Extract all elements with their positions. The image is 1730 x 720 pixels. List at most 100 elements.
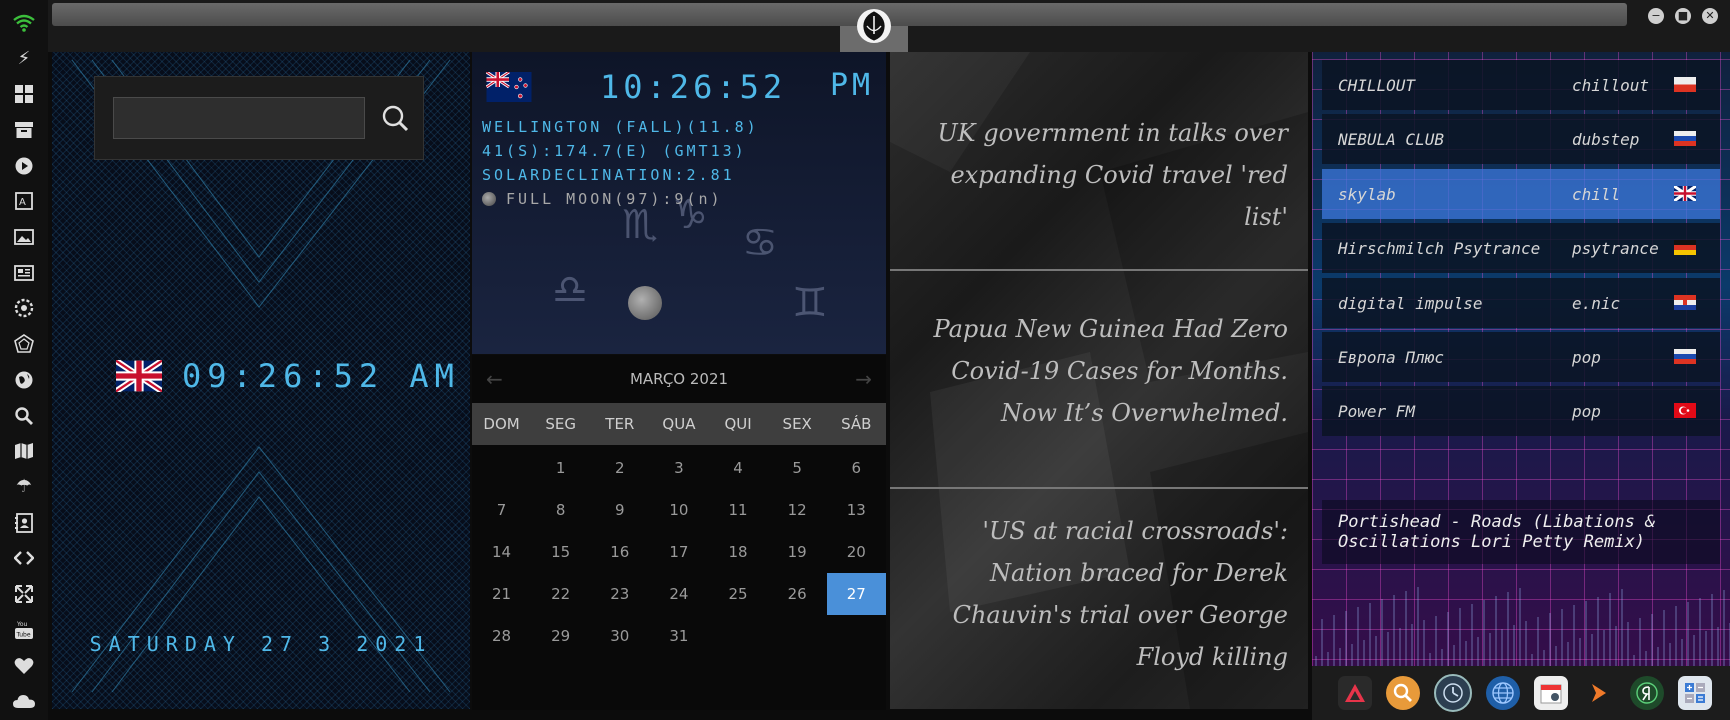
calendar-month: MARÇO 2021 <box>629 370 729 388</box>
calendar-day[interactable]: 20 <box>827 531 886 573</box>
yandex-icon[interactable] <box>1630 676 1664 710</box>
calendar-empty-cell <box>827 615 886 657</box>
search-icon[interactable] <box>13 405 35 427</box>
heart-icon[interactable] <box>13 655 35 677</box>
image-icon[interactable] <box>13 226 35 248</box>
contacts-icon[interactable] <box>13 512 35 534</box>
news-headline[interactable]: Papua New Guinea Had Zero Covid-19 Cases… <box>908 308 1288 434</box>
code-icon[interactable] <box>13 548 35 570</box>
clock-icon[interactable] <box>1434 674 1472 712</box>
calendar-day[interactable]: 21 <box>472 573 531 615</box>
calendar-day[interactable]: 8 <box>531 489 590 531</box>
calendar-day[interactable]: 19 <box>768 531 827 573</box>
station-row[interactable]: CHILLOUT chillout <box>1322 60 1720 110</box>
calendar-day[interactable]: 11 <box>709 489 768 531</box>
search-icon[interactable] <box>1386 676 1420 710</box>
calculator-icon[interactable] <box>1678 676 1712 710</box>
station-row[interactable]: NEBULA CLUB dubstep <box>1322 114 1720 164</box>
calendar-day[interactable]: 2 <box>590 447 649 489</box>
station-row[interactable]: Европа Плюс pop <box>1322 332 1720 382</box>
calendar-day[interactable]: 7 <box>472 489 531 531</box>
wifi-icon[interactable] <box>13 12 35 34</box>
calendar-day[interactable]: 4 <box>709 447 768 489</box>
calendar-day[interactable]: 30 <box>590 615 649 657</box>
calendar-day[interactable]: 6 <box>827 447 886 489</box>
station-genre: chillout <box>1572 75 1650 95</box>
calendar-day[interactable]: 1 <box>531 447 590 489</box>
station-row[interactable]: skylab chill <box>1322 169 1720 219</box>
lightning-icon[interactable]: ⚡ <box>13 48 35 70</box>
weekday-label: SEG <box>545 415 576 433</box>
calendar-day[interactable]: 3 <box>649 447 708 489</box>
zodiac-symbol: ♎ <box>552 267 588 313</box>
calendar-day[interactable]: 5 <box>768 447 827 489</box>
news-headline[interactable]: UK government in talks over expanding Co… <box>908 112 1288 238</box>
windows-icon[interactable] <box>13 83 35 105</box>
globe-icon[interactable] <box>1486 676 1520 710</box>
calendar-day[interactable]: 22 <box>531 573 590 615</box>
calendar-day[interactable]: 29 <box>531 615 590 657</box>
calendar-day[interactable]: 18 <box>709 531 768 573</box>
weekday-label: QUA <box>662 415 696 433</box>
turkey-flag-icon <box>1674 403 1696 418</box>
calendar-day[interactable]: 28 <box>472 615 531 657</box>
calendar-day[interactable]: 10 <box>649 489 708 531</box>
calendar-day[interactable]: 16 <box>590 531 649 573</box>
title-strip[interactable] <box>52 3 1627 26</box>
archive-icon[interactable] <box>13 119 35 141</box>
calendar-empty-cell <box>768 615 827 657</box>
calendar-day[interactable]: 13 <box>827 489 886 531</box>
station-row[interactable]: digital impulse e.nic <box>1322 278 1720 328</box>
settings-icon[interactable] <box>13 298 35 320</box>
search-button[interactable] <box>377 97 413 139</box>
station-name: Hirschmilch Psytrance <box>1338 238 1541 258</box>
calendar-day[interactable]: 14 <box>472 531 531 573</box>
calendar-day[interactable]: 15 <box>531 531 590 573</box>
station-name: Европа Плюс <box>1338 347 1444 367</box>
calendar-day[interactable]: 26 <box>768 573 827 615</box>
youtube-icon[interactable]: You Tube <box>13 619 35 641</box>
calendar-day[interactable]: 31 <box>649 615 708 657</box>
weekday-label: SÁB <box>841 415 872 433</box>
news-divider <box>890 269 1308 271</box>
moon-phase-text: FULL MOON(97):9(n) <box>506 190 723 208</box>
forward-icon[interactable] <box>1582 676 1616 710</box>
search-input[interactable] <box>113 97 365 139</box>
calendar-grid: 1 2 3 4 5 6 7 8 9 10 11 12 13 14 15 16 17 18 19 20 21 22 23 24 2… <box>472 447 886 657</box>
station-genre: chill <box>1572 184 1621 204</box>
play-icon[interactable] <box>13 155 35 177</box>
calendar-day[interactable]: 24 <box>649 573 708 615</box>
umbrella-icon[interactable]: ☂ <box>13 476 35 498</box>
news-icon[interactable] <box>13 262 35 284</box>
calendar-day[interactable]: 23 <box>590 573 649 615</box>
station-row[interactable]: Hirschmilch Psytrance psytrance <box>1322 223 1720 273</box>
world-clock-coordinates: 41(S):174.7(E) (GMT13) <box>482 142 747 160</box>
calendar-header: ← MARÇO 2021 → <box>472 355 886 403</box>
calendar-day[interactable]: 27 <box>826 573 886 615</box>
expand-icon[interactable] <box>13 583 35 605</box>
calendar-day[interactable]: 17 <box>649 531 708 573</box>
station-row[interactable]: Power FM pop <box>1322 386 1720 436</box>
date-line: SATURDAY 27 3 2021 <box>89 632 433 656</box>
calendar-prev-button[interactable]: ← <box>486 367 503 391</box>
calendar-day[interactable]: 25 <box>709 573 768 615</box>
calendar-next-button[interactable]: → <box>855 367 872 391</box>
news-headline[interactable]: 'US at racial crossroads': Nation braced… <box>908 510 1288 678</box>
app-launcher-icon[interactable] <box>1338 676 1372 710</box>
station-genre: pop <box>1572 401 1601 421</box>
translate-icon[interactable]: A <box>13 191 35 213</box>
calendar-week: 123456 <box>472 447 886 489</box>
calendar-day[interactable]: 9 <box>590 489 649 531</box>
radio-panel: CHILLOUT chillout NEBULA CLUB dubstep skylab… <box>1312 52 1730 720</box>
globe-icon[interactable] <box>13 369 35 391</box>
crystal-icon[interactable] <box>13 333 35 355</box>
calendar-day[interactable]: 12 <box>768 489 827 531</box>
calendar-icon[interactable] <box>1534 676 1568 710</box>
station-name: Power FM <box>1338 401 1416 421</box>
minimize-button[interactable]: − <box>1648 8 1664 24</box>
close-button[interactable]: ✕ <box>1702 8 1718 24</box>
map-icon[interactable] <box>13 440 35 462</box>
cloud-icon[interactable] <box>13 690 35 712</box>
maximize-button[interactable]: ■ <box>1675 8 1691 24</box>
calendar-week: 28 29 30 31 <box>472 615 886 657</box>
